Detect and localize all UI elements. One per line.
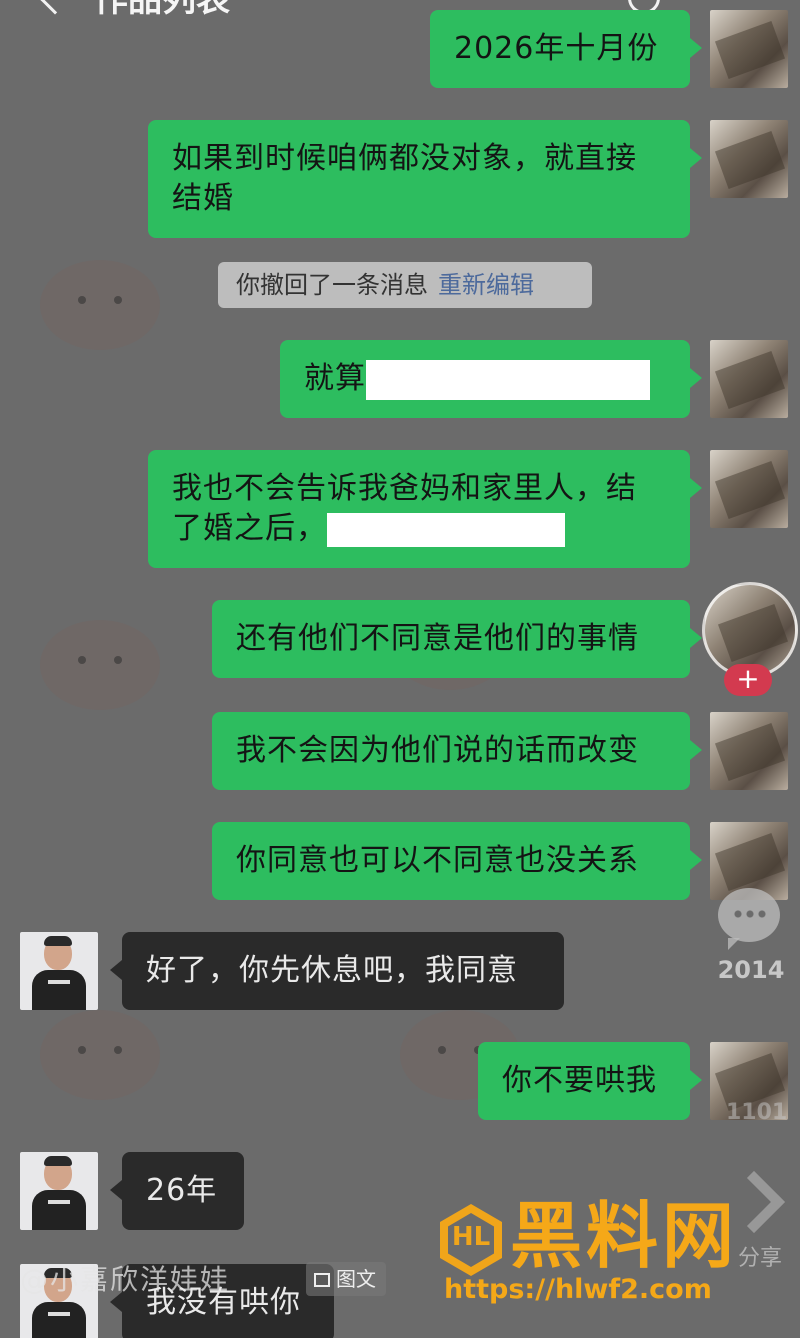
message-bubble-theirs[interactable]: 好了，你先休息吧，我同意: [110, 932, 564, 1010]
re-edit-link[interactable]: 重新编辑: [438, 271, 534, 299]
post-type-badge: 图文: [306, 1262, 386, 1296]
message-text: 2026年十月份: [454, 31, 659, 66]
recall-notice-text: 你撤回了一条消息: [236, 271, 428, 299]
follow-button[interactable]: +: [724, 664, 772, 696]
message-text: 好了，你先休息吧，我同意: [146, 953, 518, 988]
contact-avatar[interactable]: [20, 1152, 98, 1230]
message-bubble-theirs[interactable]: 26年: [110, 1152, 244, 1230]
my-avatar[interactable]: [710, 120, 788, 198]
recall-notice: 你撤回了一条消息 重新编辑: [218, 262, 592, 308]
background-face-icon: [40, 1010, 160, 1100]
redaction-box: [327, 512, 565, 547]
message-bubble-mine[interactable]: 你同意也可以不同意也没关系: [212, 822, 702, 900]
message-text: 就算: [304, 361, 366, 396]
message-bubble-mine[interactable]: 2026年十月份: [430, 10, 702, 88]
message-text: 26年: [146, 1173, 218, 1208]
message-bubble-mine[interactable]: 你不要哄我: [478, 1042, 702, 1120]
watermark-logo-text: HL: [451, 1222, 491, 1252]
message-bubble-mine[interactable]: 还有他们不同意是他们的事情: [212, 600, 702, 678]
watermark-title: 黑料网: [510, 1194, 739, 1278]
comment-icon[interactable]: [718, 888, 780, 950]
my-avatar[interactable]: [710, 10, 788, 88]
message-text: 你同意也可以不同意也没关系: [236, 843, 639, 878]
message-bubble-mine[interactable]: 如果到时候咱俩都没对象，就直接结婚: [148, 120, 702, 238]
my-avatar[interactable]: [710, 712, 788, 790]
message-text: 如果到时候咱俩都没对象，就直接结婚: [172, 141, 637, 216]
comment-count: 2014: [717, 956, 785, 984]
post-type-label: 图文: [336, 1267, 376, 1291]
background-face-icon: [40, 620, 160, 710]
my-avatar[interactable]: [710, 450, 788, 528]
background-face-icon: [40, 260, 160, 350]
message-text: 还有他们不同意是他们的事情: [236, 621, 639, 656]
collect-count: 1101: [726, 1100, 788, 1125]
contact-avatar[interactable]: [20, 932, 98, 1010]
message-bubble-mine[interactable]: 就算: [280, 340, 702, 418]
message-bubble-mine[interactable]: 我不会因为他们说的话而改变: [212, 712, 702, 790]
redaction-box: [366, 359, 650, 400]
page-title: 作品列表: [94, 0, 230, 20]
message-bubble-mine[interactable]: 我也不会告诉我爸妈和家里人，结了婚之后，: [148, 450, 702, 568]
my-avatar[interactable]: [710, 340, 788, 418]
watermark-url: https://hlwf2.com: [444, 1274, 712, 1305]
image-icon: [314, 1273, 330, 1287]
post-author[interactable]: @小嘉欣洋娃娃: [20, 1258, 230, 1298]
message-text: 你不要哄我: [502, 1063, 657, 1098]
site-watermark: HL 黑料网 https://hlwf2.com: [436, 1194, 796, 1306]
back-arrow-icon[interactable]: [39, 0, 71, 15]
message-text: 我不会因为他们说的话而改变: [236, 733, 639, 768]
